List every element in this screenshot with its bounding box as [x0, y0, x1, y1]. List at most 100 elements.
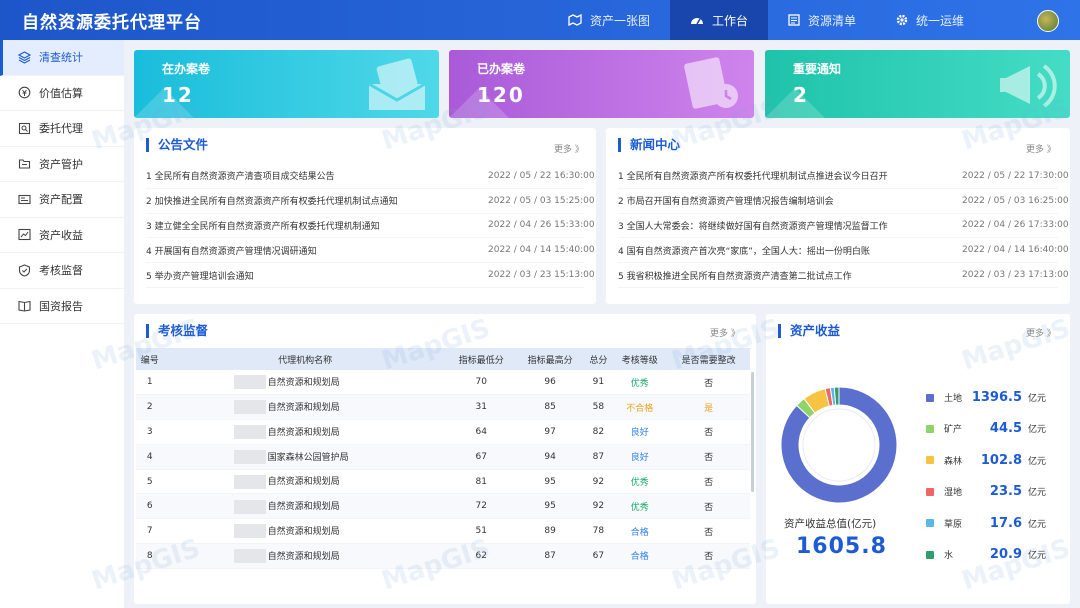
cell-max-score: 94	[515, 444, 585, 470]
panel-title: 考核监督	[146, 324, 208, 338]
agency-name-text: 自然资源和规划局	[267, 477, 340, 488]
sidebar-item-label: 资产配置	[39, 193, 83, 207]
table-row[interactable]: 5 自然资源和规划局 81 95 92 优秀否	[136, 469, 750, 495]
list-item[interactable]: 1 全民所有自然资源资产清查项目成交结果公告 2022 / 05 / 22 16:…	[146, 164, 595, 189]
cell-total-score: 87	[584, 444, 613, 470]
table-row[interactable]: 4 国家森林公园管护局 67 94 87 良好否	[136, 444, 750, 470]
mail-stack-icon	[368, 58, 426, 110]
cell-agency-name: 自然资源和规划局	[163, 469, 447, 495]
sidebar-item-asset-care[interactable]: 资产管护	[0, 147, 124, 182]
legend-unit: 亿元	[1028, 425, 1047, 436]
cell-agency-name: 自然资源和规划局	[163, 543, 447, 569]
sidebar-item-delegation[interactable]: 委托代理	[0, 111, 124, 147]
sidebar-item-audit[interactable]: 考核监督	[0, 253, 124, 289]
column-header: 考核等级	[612, 348, 668, 370]
legend-item[interactable]: 矿产 44.5 亿元	[926, 421, 1056, 436]
donut-inner-ring	[802, 408, 876, 482]
audit-table-wrap: 编号 代理机构名称 指标最低分 指标最高分 总分 考核等级 是否需要整改 1 自然资源和规划局…	[136, 348, 750, 569]
table-row[interactable]: 1 自然资源和规划局 70 96 91 优秀否	[136, 370, 750, 396]
card-label: 在办案卷	[162, 62, 211, 76]
list-item[interactable]: 5 举办资产管理培训会通知 2022 / 03 / 23 15:13:00	[146, 263, 595, 288]
nav-asset-map[interactable]: 资产一张图	[548, 0, 670, 40]
sidebar-item-label: 资产收益	[39, 228, 83, 242]
list-item-title: 3 建立健全全民所有自然资源资产所有权委托代理机制通知	[146, 221, 380, 232]
sidebar-item-asset-income[interactable]: 资产收益	[0, 218, 124, 253]
sidebar-item-value-estimate[interactable]: 价值估算	[0, 76, 124, 111]
nav-label: 工作台	[712, 13, 749, 28]
legend-item[interactable]: 草原 17.6 亿元	[926, 516, 1056, 531]
list-item[interactable]: 3 全国人大常委会：将继续做好国有自然资源资产管理情况监督工作 2022 / 04…	[618, 214, 1069, 239]
cell-grade: 优秀	[612, 493, 668, 520]
panel-title: 资产收益	[778, 324, 840, 338]
card-completed[interactable]: 已办案卷 120	[449, 50, 754, 118]
list-item[interactable]: 5 我省积极推进全民所有自然资源资产清查第二批试点工作 2022 / 03 / 2…	[618, 263, 1069, 288]
cell-max-score: 85	[515, 394, 585, 421]
nav-operations[interactable]: 统一运维	[876, 0, 984, 40]
nav-resource-list[interactable]: 资源清单	[768, 0, 876, 40]
legend-item[interactable]: 土地 1396.5 亿元	[926, 390, 1056, 405]
audit-panel: 考核监督 更多 》 编号 代理机构名称 指标最低分 指标最高分 总分 考核等级 是否需要整改…	[134, 314, 756, 604]
list-item[interactable]: 2 市局召开国有自然资源资产管理情况报告编制培训会 2022 / 05 / 03 …	[618, 189, 1069, 214]
list-item[interactable]: 3 建立健全全民所有自然资源资产所有权委托代理机制通知 2022 / 04 / 2…	[146, 214, 595, 239]
cell-max-score: 95	[515, 493, 585, 520]
column-header: 代理机构名称	[163, 348, 447, 370]
cell-total-score: 78	[584, 518, 613, 545]
list-item-date: 2022 / 04 / 26 17:33:00	[962, 220, 1069, 231]
legend-item[interactable]: 湿地 23.5 亿元	[926, 484, 1056, 499]
column-header: 编号	[136, 348, 164, 370]
list-item[interactable]: 1 全民所有自然资源资产所有权委托代理机制试点推进会议今日召开 2022 / 05…	[618, 164, 1069, 189]
cell-min-score: 67	[446, 444, 516, 470]
cell-min-score: 51	[446, 518, 516, 545]
user-avatar[interactable]	[1037, 10, 1059, 32]
folder-icon	[18, 159, 31, 169]
notices-more-link[interactable]: 更多 》	[554, 142, 584, 155]
cell-max-score: 96	[515, 370, 585, 396]
cell-agency-name: 自然资源和规划局	[163, 518, 447, 545]
cell-min-score: 62	[446, 543, 516, 569]
legend-item[interactable]: 水 20.9 亿元	[926, 547, 1056, 562]
income-donut-chart	[780, 386, 898, 504]
cell-number: 5	[136, 469, 164, 495]
legend-value: 1396.5	[971, 390, 1022, 405]
audit-more-link[interactable]: 更多 》	[710, 326, 740, 339]
table-row[interactable]: 7 自然资源和规划局 51 89 78 合格否	[136, 518, 750, 545]
sidebar-item-state-report[interactable]: 国资报告	[0, 289, 124, 324]
card-in-progress[interactable]: 在办案卷 12	[134, 50, 439, 118]
sidebar-item-inventory-stats[interactable]: 清查统计	[0, 40, 124, 76]
nav-workbench[interactable]: 工作台	[670, 0, 769, 40]
legend-unit: 亿元	[1028, 456, 1047, 467]
shield-check-icon	[18, 264, 31, 277]
line-chart-icon	[18, 229, 31, 241]
app-title: 自然资源委托代理平台	[22, 13, 202, 33]
cell-grade: 优秀	[612, 469, 668, 495]
legend-item[interactable]: 森林 102.8 亿元	[926, 453, 1056, 468]
redacted-block	[233, 499, 266, 514]
list-item-date: 2022 / 05 / 22 17:30:00	[962, 170, 1069, 181]
list-item-date: 2022 / 03 / 23 15:13:00	[488, 270, 595, 281]
list-item[interactable]: 2 加快推进全民所有自然资源资产所有权委托代理机制试点通知 2022 / 05 /…	[146, 189, 595, 214]
list-item-date: 2022 / 05 / 03 15:25:00	[488, 195, 595, 206]
table-row[interactable]: 3 自然资源和规划局 64 97 82 良好否	[136, 419, 750, 445]
list-item-date: 2022 / 05 / 22 16:30:00	[488, 170, 595, 181]
legend-swatch	[926, 393, 934, 402]
table-row[interactable]: 6 自然资源和规划局 72 95 92 优秀否	[136, 493, 750, 520]
list-icon	[788, 14, 800, 26]
cell-min-score: 70	[446, 370, 516, 396]
table-scrollbar[interactable]	[751, 372, 754, 492]
table-row[interactable]: 8 自然资源和规划局 62 87 67 合格否	[136, 543, 750, 569]
list-item[interactable]: 4 开展国有自然资源资产管理情况调研通知 2022 / 04 / 14 15:40…	[146, 238, 595, 264]
cell-grade: 合格	[612, 543, 668, 569]
column-header: 总分	[584, 348, 613, 370]
list-item[interactable]: 4 国有自然资源资产首次亮“家底”，全国人大：摇出一份明白账 2022 / 04 …	[618, 238, 1069, 264]
sidebar-item-asset-allocation[interactable]: 资产配置	[0, 182, 124, 218]
list-item-title: 5 我省积极推进全民所有自然资源资产清查第二批试点工作	[618, 271, 852, 282]
list-item-date: 2022 / 04 / 26 15:33:00	[488, 220, 595, 231]
table-row[interactable]: 2 自然资源和规划局 31 85 58 不合格是	[136, 394, 750, 421]
income-more-link[interactable]: 更多 》	[1026, 326, 1056, 339]
card-important-notice[interactable]: 重要通知 2	[765, 50, 1070, 118]
cell-agency-name: 自然资源和规划局	[163, 394, 447, 421]
news-more-link[interactable]: 更多 》	[1026, 142, 1056, 155]
top-header: 自然资源委托代理平台 资产一张图 工作台 资源清单 统一运维	[0, 0, 1080, 40]
table-header-row: 编号 代理机构名称 指标最低分 指标最高分 总分 考核等级 是否需要整改	[136, 348, 750, 370]
column-header: 指标最低分	[446, 348, 516, 370]
